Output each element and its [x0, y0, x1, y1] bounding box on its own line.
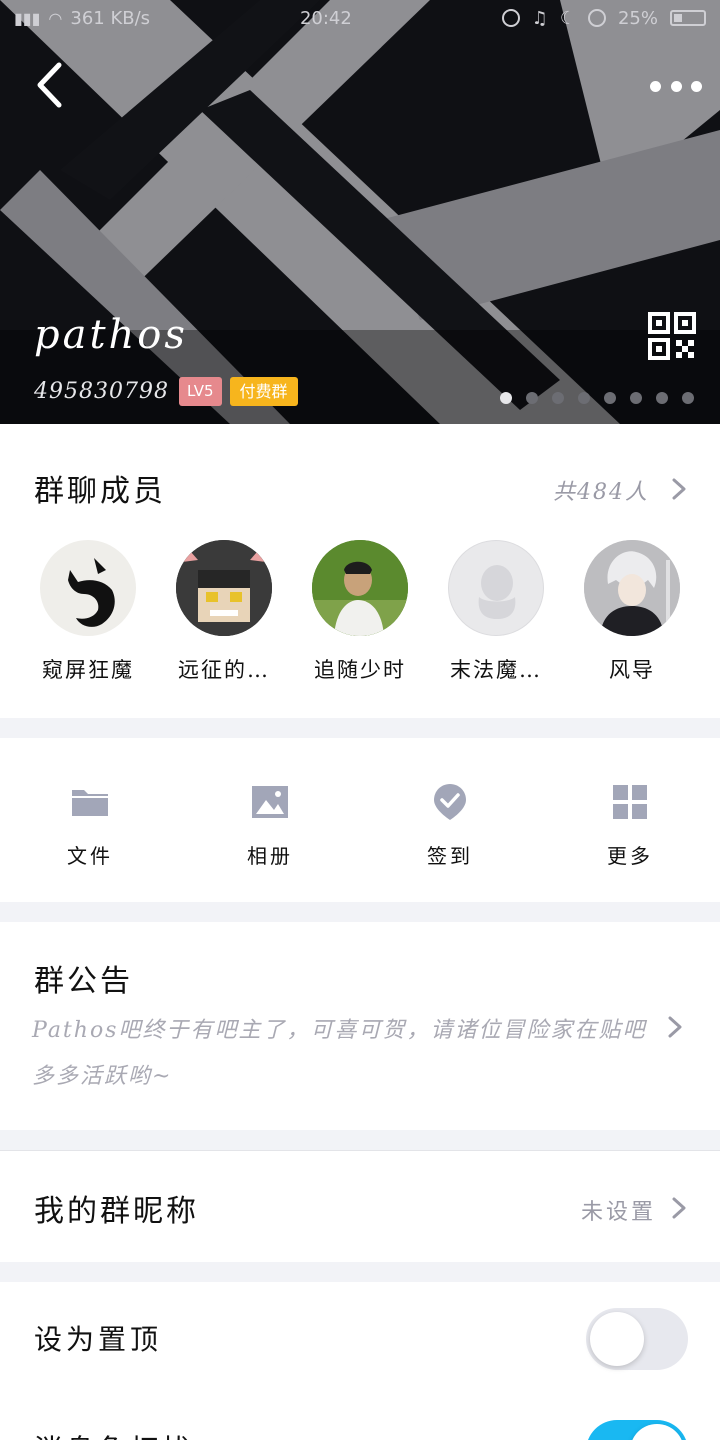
- chevron-right-icon[interactable]: [670, 477, 688, 501]
- battery-level: 25%: [617, 7, 658, 29]
- toggle-knob: [630, 1424, 684, 1440]
- banner-background-image: [0, 0, 720, 424]
- signal-icon: ▮▮▮: [14, 8, 41, 28]
- black-cat-avatar: [40, 540, 136, 636]
- more-options-button[interactable]: [650, 66, 702, 106]
- pin-to-top-toggle[interactable]: [586, 1308, 688, 1370]
- member-item[interactable]: 追随少时: [300, 540, 420, 684]
- more-dot-icon: [650, 80, 661, 92]
- group-id: 495830798: [34, 379, 169, 404]
- member-name: 追随少时: [314, 658, 406, 682]
- tool-label: 相册: [247, 844, 293, 868]
- toggle-knob: [590, 1312, 644, 1366]
- member-item[interactable]: 风导: [572, 540, 692, 684]
- page-dot: [578, 392, 590, 404]
- default-penguin-avatar: [448, 540, 544, 636]
- more-dot-icon: [691, 80, 702, 92]
- chevron-right-icon[interactable]: [670, 1196, 688, 1220]
- anime-character-avatar: [584, 540, 680, 636]
- grid-icon: [613, 785, 647, 819]
- page-dot: [656, 392, 668, 404]
- chevron-left-icon: [37, 62, 62, 108]
- pixel-character-avatar: [176, 540, 272, 636]
- member-name: 窥屏狂魔: [42, 658, 134, 682]
- page-dot: [552, 392, 564, 404]
- page-dot: [630, 392, 642, 404]
- more-dot-icon: [670, 80, 682, 92]
- wifi-icon: ◠: [48, 8, 63, 28]
- moon-icon: ☾: [559, 7, 576, 29]
- checkin-button[interactable]: 签到: [390, 782, 510, 869]
- young-man-avatar: [312, 540, 408, 636]
- page-dot: [682, 392, 694, 404]
- group-header-banner: ▮▮▮ ◠ 361 KB/s 20:42 ♫ ☾ 25% pathos 4958…: [0, 0, 720, 424]
- members-count[interactable]: 共484人: [553, 474, 649, 506]
- checkin-icon: [434, 784, 466, 820]
- page-dot: [526, 392, 538, 404]
- sync-icon: [501, 9, 520, 27]
- image-icon: [252, 786, 288, 818]
- alarm-icon: ♫: [531, 7, 548, 29]
- member-name: 远征的…: [178, 658, 270, 682]
- group-name: pathos: [34, 312, 188, 358]
- qr-code-icon: [648, 312, 696, 360]
- level-badge: LV5: [178, 377, 222, 406]
- paid-group-badge: 付费群: [229, 377, 298, 406]
- member-item[interactable]: 末法魔…: [436, 540, 556, 684]
- do-not-disturb-label: 消息免打扰: [34, 1428, 194, 1440]
- lock-icon: [587, 9, 606, 27]
- notice-title: 群公告: [34, 964, 133, 999]
- members-title: 群聊成员: [34, 474, 166, 509]
- network-speed: 361 KB/s: [70, 7, 151, 29]
- battery-icon: [670, 10, 706, 26]
- back-button[interactable]: [30, 60, 70, 110]
- folder-icon: [72, 790, 108, 816]
- qr-code-button[interactable]: [648, 312, 696, 360]
- member-name: 末法魔…: [450, 658, 542, 682]
- page-dot: [604, 392, 616, 404]
- album-button[interactable]: 相册: [210, 782, 330, 869]
- more-tools-button[interactable]: 更多: [570, 782, 690, 869]
- tool-label: 文件: [67, 844, 113, 868]
- tool-label: 更多: [607, 844, 653, 868]
- files-button[interactable]: 文件: [30, 782, 150, 869]
- notice-content: Pathos吧终于有吧主了，可喜可贺，请诸位冒险家在贴吧多多活跃哟~: [32, 1018, 647, 1089]
- nickname-title: 我的群昵称: [34, 1194, 199, 1229]
- member-item[interactable]: 远征的…: [164, 540, 284, 684]
- status-bar: ▮▮▮ ◠ 361 KB/s 20:42 ♫ ☾ 25%: [0, 0, 720, 36]
- member-item[interactable]: 窥屏狂魔: [28, 540, 148, 684]
- pin-to-top-label: 设为置顶: [34, 1323, 163, 1356]
- group-meta: 495830798 LV5 付费群: [34, 377, 298, 406]
- member-name: 风导: [609, 658, 655, 682]
- page-dot: [500, 392, 512, 404]
- tool-label: 签到: [427, 844, 473, 868]
- status-time: 20:42: [299, 7, 352, 29]
- chevron-right-icon[interactable]: [666, 1015, 684, 1039]
- banner-page-indicator: [500, 392, 694, 404]
- nickname-value: 未设置: [581, 1200, 657, 1225]
